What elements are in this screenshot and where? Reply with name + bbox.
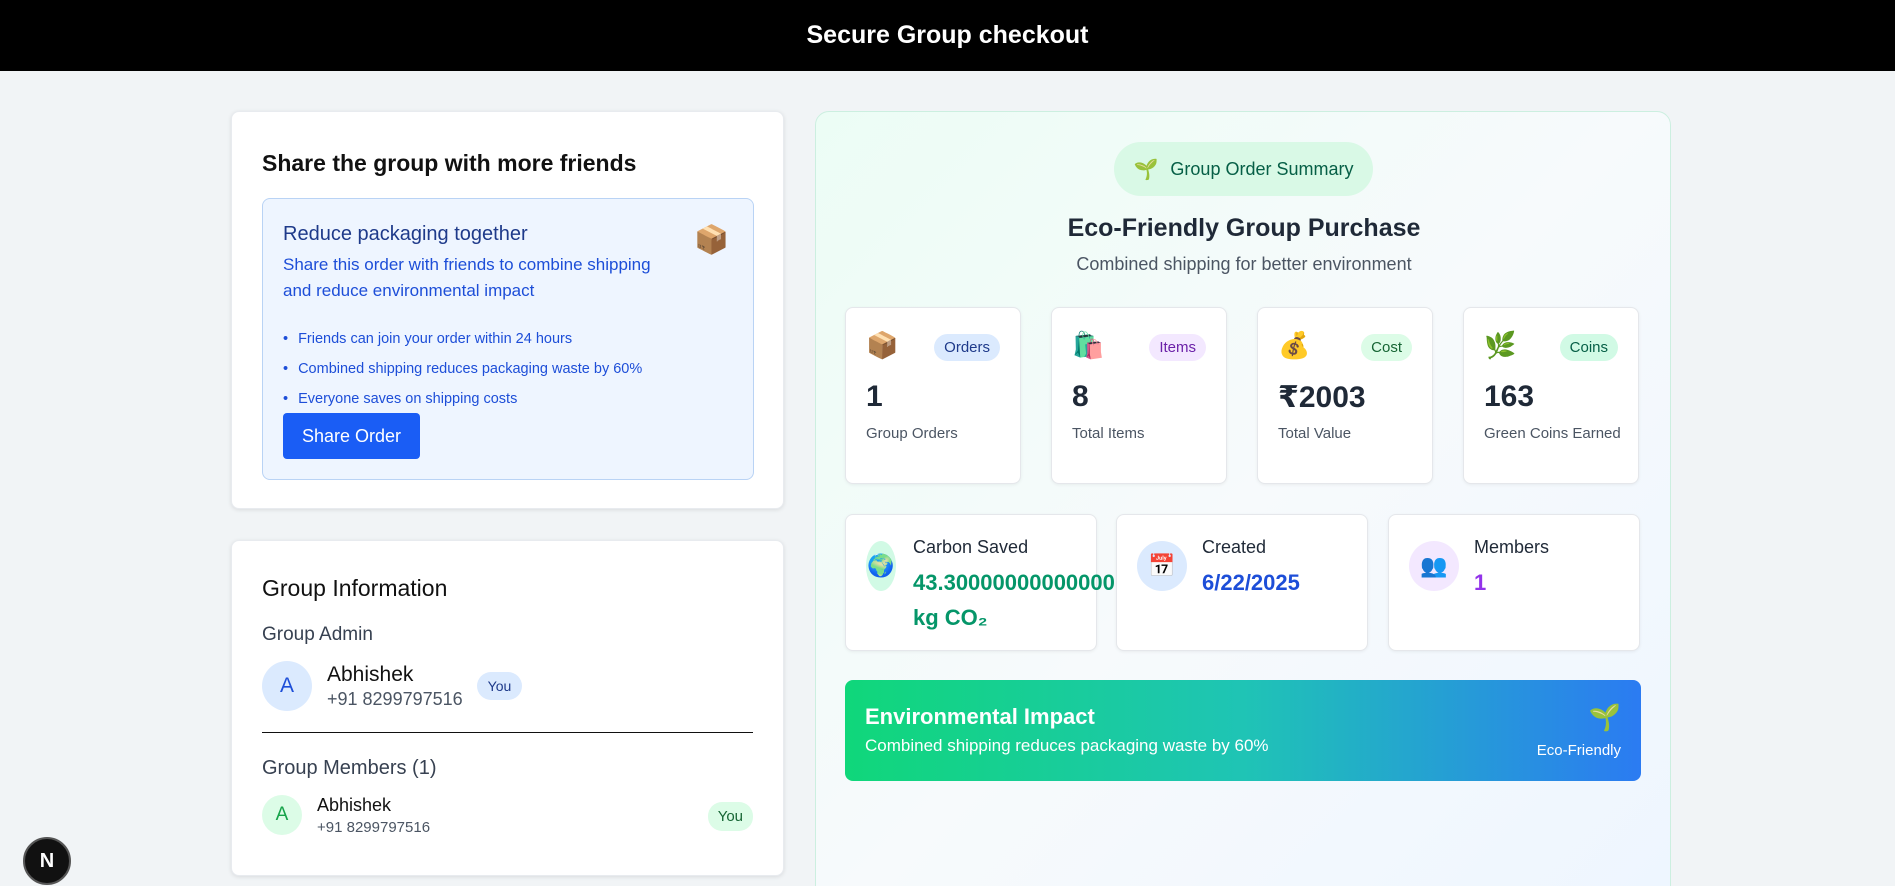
created-date-card: 📅 Created 6/22/2025 [1116,514,1368,651]
bullet-icon: • [283,331,289,347]
admin-avatar: A [262,661,312,711]
detail-label: Carbon Saved [913,537,1029,557]
member-row: A Abhishek +91 8299797516 You [262,792,753,838]
summary-subtitle: Combined shipping for better environment [1076,254,1412,274]
impact-description: Combined shipping reduces packaging wast… [865,736,1269,755]
stat-value: ₹2003 [1278,381,1366,414]
group-order-summary-panel: 🌱 Group Order Summary Eco-Friendly Group… [815,111,1671,886]
reduce-packaging-title: Reduce packaging together [283,223,528,245]
stat-label: Total Items [1072,425,1145,442]
members-count-card: 👥 Members 1 [1388,514,1640,651]
impact-title: Environmental Impact [865,704,1095,729]
seedling-icon: 🌱 [1588,702,1621,732]
stat-label: Green Coins Earned [1484,425,1621,442]
page-header: Secure Group checkout [0,0,1895,71]
group-information-card: Group Information Group Admin A Abhishek… [231,540,784,876]
stat-label: Group Orders [866,425,958,442]
stat-tag: Items [1149,334,1206,361]
member-avatar: A [262,795,302,835]
admin-you-badge: You [476,672,523,700]
benefit-list: • Friends can join your order within 24 h… [283,324,733,414]
carbon-saved-unit: kg CO₂ [913,605,988,630]
environmental-impact-banner: Environmental Impact Combined shipping r… [845,680,1641,781]
admin-phone: +91 8299797516 [327,688,463,709]
detail-label: Created [1202,537,1267,557]
created-date-value: 6/22/2025 [1202,570,1300,595]
money-bag-icon: 💰 [1278,330,1311,360]
group-members-label: Group Members (1) [262,757,437,779]
herb-icon: 🌿 [1484,330,1517,360]
group-admin-label: Group Admin [262,624,373,645]
admin-name: Abhishek [327,662,414,686]
summary-title: Eco-Friendly Group Purchase [1067,214,1421,242]
reduce-packaging-description: Share this order with friends to combine… [283,255,651,300]
stat-value: 8 [1072,380,1089,413]
benefit-item: • Friends can join your order within 24 h… [283,324,733,354]
group-info-title: Group Information [262,575,448,601]
stat-tag: Coins [1559,334,1618,361]
carbon-saved-amount: 43.30000000000000 [913,570,1115,595]
package-icon: 📦 [866,330,899,360]
benefit-text: Friends can join your order within 24 ho… [298,331,573,347]
stat-tag: Orders [934,334,1000,361]
benefit-item: • Combined shipping reduces packaging was… [283,354,733,384]
stat-card-cost: 💰 Cost ₹2003 Total Value [1257,307,1433,484]
member-name: Abhishek [317,794,392,815]
calendar-icon: 📅 [1137,541,1187,591]
stat-tag: Cost [1361,334,1412,361]
page-title: Secure Group checkout [806,21,1089,49]
member-phone: +91 8299797516 [317,818,431,836]
benefit-item: • Everyone saves on shipping costs [283,384,733,414]
reduce-packaging-box: Reduce packaging together Share this ord… [262,198,754,480]
divider [262,732,753,733]
eco-friendly-label: Eco-Friendly [1536,742,1621,759]
share-order-button[interactable]: Share Order [283,413,420,459]
summary-pill: 🌱 Group Order Summary [1114,142,1373,196]
shopping-bags-icon: 🛍️ [1072,330,1105,360]
dev-tools-badge[interactable]: N [23,837,71,885]
share-group-card: Share the group with more friends Reduce… [231,111,784,509]
carbon-saved-value: 43.30000000000000 kg CO₂ [913,565,1115,635]
bullet-icon: • [283,361,289,377]
carbon-saved-card: 🌍 Carbon Saved 43.30000000000000 kg CO₂ [845,514,1115,651]
seedling-icon: 🌱 [1133,158,1159,181]
people-icon: 👥 [1409,541,1459,591]
stat-value: 163 [1484,380,1535,413]
member-you-badge: You [707,802,753,831]
members-count-value: 1 [1474,570,1487,595]
stat-card-coins: 🌿 Coins 163 Green Coins Earned [1463,307,1639,484]
benefit-text: Combined shipping reduces packaging wast… [298,361,643,377]
group-admin-row: A Abhishek +91 8299797516 You [262,660,753,712]
stat-label: Total Value [1278,425,1352,442]
summary-pill-label: Group Order Summary [1170,158,1354,179]
share-card-title: Share the group with more friends [262,150,637,176]
benefit-text: Everyone saves on shipping costs [298,391,518,407]
stat-value: 1 [866,380,883,413]
globe-icon: 🌍 [866,541,896,591]
detail-label: Members [1474,537,1550,557]
stat-card-orders: 📦 Orders 1 Group Orders [845,307,1021,484]
stat-card-items: 🛍️ Items 8 Total Items [1051,307,1227,484]
bullet-icon: • [283,391,289,407]
package-icon: 📦 [694,224,729,255]
